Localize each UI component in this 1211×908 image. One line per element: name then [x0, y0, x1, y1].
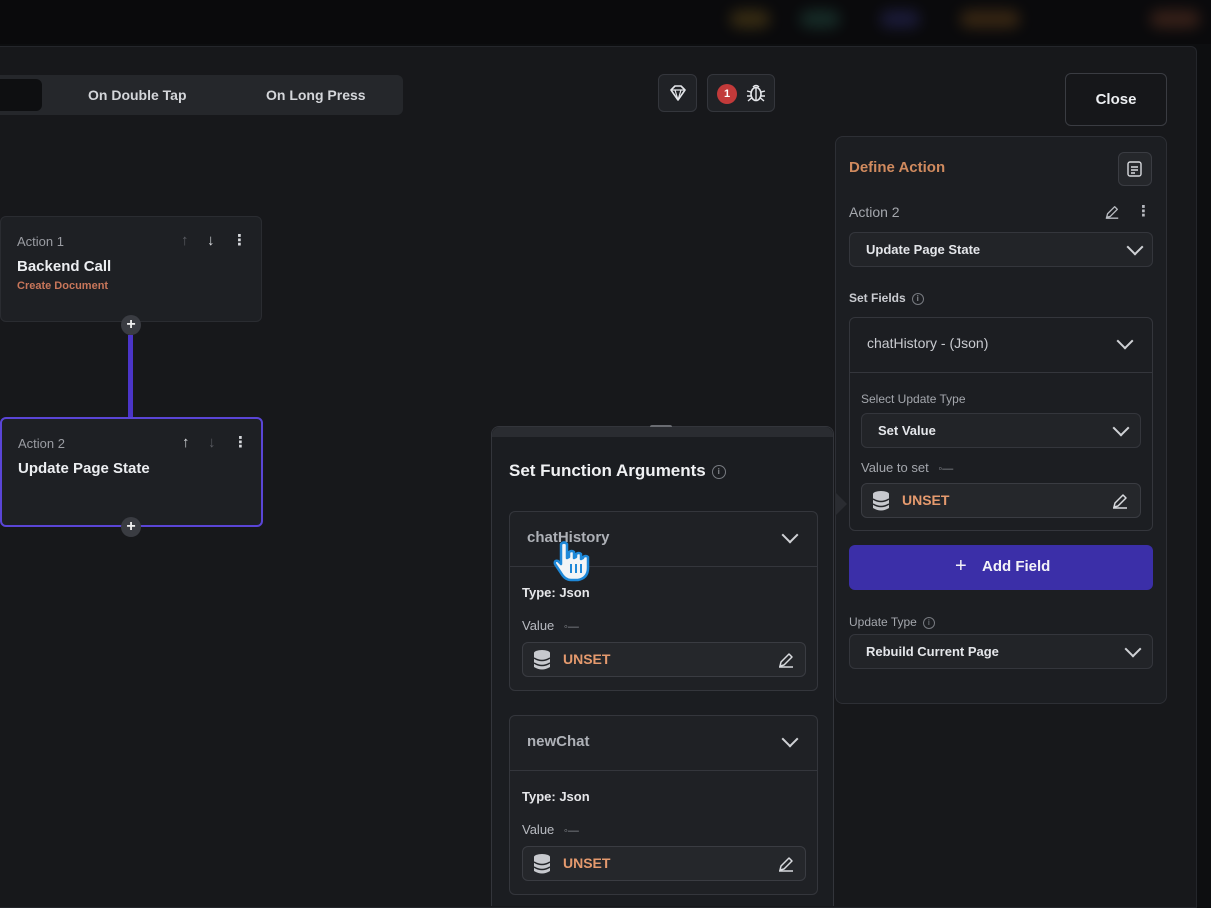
close-button[interactable]: Close — [1065, 73, 1167, 126]
edit-pencil-icon[interactable] — [777, 855, 795, 873]
hand-cursor-icon — [553, 541, 590, 582]
bug-icon — [746, 84, 766, 102]
action-node-label: Action 1 — [17, 234, 64, 249]
value-to-set-label: Value to set ◦— — [861, 460, 954, 475]
database-icon — [533, 854, 551, 874]
chevron-down-icon — [1116, 332, 1134, 350]
chevron-down-icon — [1126, 238, 1144, 256]
action-node-subtitle: Create Document — [17, 280, 109, 292]
argument-header[interactable]: newChat — [510, 716, 817, 771]
unset-value: UNSET — [563, 855, 611, 871]
info-icon: i — [911, 292, 924, 305]
value-field[interactable]: UNSET — [522, 846, 806, 881]
ai-assist-button[interactable] — [658, 74, 697, 112]
chevron-down-icon — [1112, 419, 1130, 437]
sparkle-diamond-icon — [670, 85, 686, 101]
info-icon: i — [711, 464, 726, 479]
value-label: Value ◦— — [522, 822, 579, 837]
more-options-icon[interactable]: ⋮ — [232, 233, 247, 249]
edit-pencil-icon[interactable] — [1111, 492, 1129, 510]
chevron-down-icon[interactable] — [781, 730, 799, 748]
action-type-select[interactable]: Update Page State — [849, 232, 1153, 267]
argument-card-newchat: newChat Type: Json Value ◦— UNSET — [509, 715, 818, 895]
add-action-button[interactable]: + — [121, 517, 141, 537]
panel-pointer — [835, 492, 847, 516]
argument-name: newChat — [527, 733, 590, 750]
top-bar — [0, 0, 1211, 44]
database-icon — [872, 491, 890, 511]
value-field[interactable]: UNSET — [522, 642, 806, 677]
action-node-title: Backend Call — [17, 258, 112, 275]
update-type-label: Select Update Type — [861, 392, 966, 406]
move-up-icon[interactable]: ↑ — [181, 233, 189, 249]
move-down-icon[interactable]: ↓ — [207, 233, 215, 249]
tab-on-long-press[interactable]: On Long Press — [266, 75, 366, 115]
more-options-icon[interactable]: ⋮ — [233, 435, 248, 451]
action-node-title: Update Page State — [18, 460, 150, 477]
update-type-select[interactable]: Set Value — [861, 413, 1141, 448]
move-down-icon[interactable]: ↓ — [208, 435, 216, 451]
add-action-button[interactable]: + — [121, 315, 141, 335]
action-node-label: Action 2 — [18, 436, 65, 451]
define-action-panel: Define Action Action 2 ⋮ Update Page Sta… — [835, 136, 1167, 704]
tab-on-tap[interactable] — [0, 79, 42, 111]
field-name: chatHistory - (Json) — [867, 335, 989, 351]
action-node-1[interactable]: Action 1 Backend Call Create Document ↑ … — [0, 216, 262, 322]
argument-type: Type: Json — [522, 585, 590, 600]
field-card: chatHistory - (Json) Select Update Type … — [849, 317, 1153, 531]
notes-button[interactable] — [1118, 152, 1152, 186]
panel-title: Set Function Arguments i — [509, 461, 726, 481]
field-header[interactable]: chatHistory - (Json) — [850, 318, 1152, 373]
panel-title: Define Action — [849, 159, 946, 176]
plus-icon: + — [955, 555, 967, 577]
move-up-icon[interactable]: ↑ — [182, 435, 190, 451]
chevron-down-icon — [1124, 640, 1142, 658]
action-node-2[interactable]: Action 2 Update Page State ↑ ↓ ⋮ — [0, 417, 263, 527]
settings-sliders-icon[interactable]: ◦— — [938, 463, 953, 475]
more-options-icon[interactable]: ⋮ — [1136, 202, 1151, 220]
add-field-button[interactable]: + Add Field — [849, 545, 1153, 590]
settings-sliders-icon[interactable]: ◦— — [564, 621, 579, 633]
chevron-down-icon[interactable] — [781, 526, 799, 544]
tab-on-double-tap[interactable]: On Double Tap — [88, 75, 187, 115]
value-field[interactable]: UNSET — [861, 483, 1141, 518]
argument-card-chathistory: chatHistory Type: Json Value ◦— UNSET — [509, 511, 818, 691]
settings-sliders-icon[interactable]: ◦— — [564, 825, 579, 837]
unset-value: UNSET — [563, 651, 611, 667]
edit-pencil-icon[interactable] — [777, 651, 795, 669]
page-update-select[interactable]: Rebuild Current Page — [849, 634, 1153, 669]
argument-type: Type: Json — [522, 789, 590, 804]
info-icon: i — [922, 616, 935, 629]
value-label: Value ◦— — [522, 618, 579, 633]
debug-button[interactable]: 1 — [707, 74, 775, 112]
error-count-badge: 1 — [717, 84, 737, 104]
database-icon — [533, 650, 551, 670]
notes-icon — [1127, 161, 1142, 177]
unset-value: UNSET — [902, 492, 950, 508]
edit-pencil-icon[interactable] — [1104, 204, 1120, 220]
trigger-tabs: On Double Tap On Long Press — [0, 75, 403, 115]
set-fields-label: Set Fields i — [849, 291, 924, 305]
flow-connector — [128, 335, 133, 417]
page-update-label: Update Type i — [849, 615, 935, 629]
action-label: Action 2 — [849, 204, 900, 220]
